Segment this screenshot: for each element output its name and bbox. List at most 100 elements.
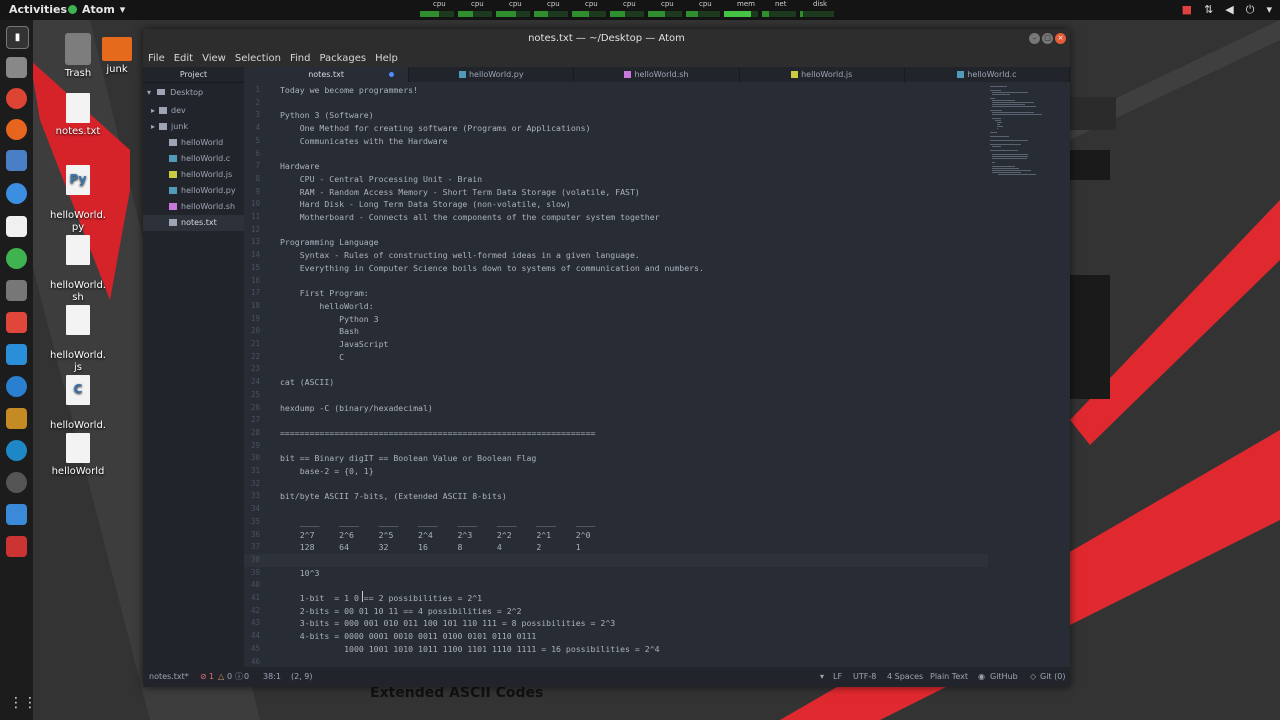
- background-window[interactable]: [1070, 150, 1110, 180]
- code-line[interactable]: ========================================…: [280, 427, 595, 440]
- tree-item-dev[interactable]: ▸ dev: [143, 103, 186, 119]
- menu-packages[interactable]: Packages: [319, 53, 366, 64]
- camera-app-icon[interactable]: [6, 472, 27, 493]
- app-menu[interactable]: Atom ▾: [68, 3, 125, 16]
- camera-icon[interactable]: ■: [1182, 3, 1192, 17]
- tree-item-helloworld-c[interactable]: helloWorld.c: [143, 151, 230, 167]
- status-infos[interactable]: 0: [244, 667, 249, 687]
- window-title-bar[interactable]: notes.txt — ~/Desktop — Atom – □ ×: [143, 29, 1070, 49]
- bracket-icon[interactable]: [6, 408, 27, 429]
- code-line[interactable]: Hard Disk - Long Term Data Storage (non-…: [280, 198, 571, 211]
- minimize-button[interactable]: –: [1029, 33, 1040, 44]
- tree-item-helloworld-js[interactable]: helloWorld.js: [143, 167, 232, 183]
- menu-edit[interactable]: Edit: [174, 53, 193, 64]
- menu-file[interactable]: File: [148, 53, 165, 64]
- code-line[interactable]: base-2 = {0, 1}: [280, 465, 374, 478]
- code-line[interactable]: Python 3: [280, 313, 378, 326]
- network-icon[interactable]: ⇅: [1204, 3, 1213, 17]
- power-icon[interactable]: ⏻: [1246, 3, 1255, 17]
- atom-icon[interactable]: [6, 248, 27, 269]
- system-tray[interactable]: ■ ⇅ ◀ ⏻ ▾: [1182, 3, 1272, 17]
- code-line[interactable]: bit == Binary digIT == Boolean Value or …: [280, 452, 536, 465]
- code-line[interactable]: RAM - Random Access Memory - Short Term …: [280, 186, 640, 199]
- code-line[interactable]: CPU - Central Processing Unit - Brain: [280, 173, 482, 186]
- tab-helloworld-py[interactable]: helloWorld.py: [409, 67, 575, 82]
- status-indent[interactable]: 4 Spaces: [887, 667, 923, 687]
- code-line[interactable]: Motherboard - Connects all the component…: [280, 211, 660, 224]
- code-line[interactable]: 10^3: [280, 567, 320, 580]
- warning-icon[interactable]: △: [218, 667, 224, 687]
- status-bar-icon[interactable]: ▾: [820, 667, 824, 687]
- mail-icon[interactable]: [6, 344, 27, 365]
- firefox-icon[interactable]: [6, 119, 27, 140]
- code-line[interactable]: Communicates with the Hardware: [280, 135, 448, 148]
- code-line[interactable]: 2^7 2^6 2^5 2^4 2^3 2^2 2^1 2^0: [280, 529, 591, 542]
- terminal-icon[interactable]: ▮: [6, 26, 29, 49]
- code-line[interactable]: Hardware: [280, 160, 319, 173]
- info-icon[interactable]: ⓘ: [235, 667, 243, 687]
- text-editor[interactable]: 1 2 3 4 5 6 7 8 9 10 11 12 13 14 15 16 17 18 19 20 21 22 23 24 2…: [244, 82, 988, 667]
- code-line[interactable]: Everything in Computer Science boils dow…: [280, 262, 704, 275]
- gmail-icon[interactable]: [6, 312, 27, 333]
- modified-indicator-icon[interactable]: [389, 72, 395, 77]
- code-line[interactable]: hexdump -C (binary/hexadecimal): [280, 402, 433, 415]
- status-encoding[interactable]: UTF-8: [853, 667, 876, 687]
- atom-window[interactable]: notes.txt — ~/Desktop — Atom – □ × File E…: [143, 29, 1070, 687]
- tree-item-helloworld[interactable]: helloWorld: [143, 135, 223, 151]
- code-line[interactable]: 3-bits = 000 001 010 011 100 101 110 111…: [280, 617, 616, 630]
- maximize-button[interactable]: □: [1042, 33, 1053, 44]
- desktop-icon-hello[interactable]: helloWorld: [43, 433, 113, 478]
- menu-selection[interactable]: Selection: [235, 53, 281, 64]
- tab-helloworld-c[interactable]: helloWorld.c: [905, 67, 1070, 82]
- error-icon[interactable]: ⊘: [200, 667, 207, 687]
- background-terminal[interactable]: [1070, 275, 1110, 399]
- status-warnings[interactable]: 0: [227, 667, 232, 687]
- code-line[interactable]: Today we become programmers!: [280, 84, 418, 97]
- tree-item-notes-txt[interactable]: notes.txt: [143, 215, 244, 231]
- activities-button[interactable]: Activities: [9, 3, 67, 16]
- status-git[interactable]: Git (0): [1040, 667, 1065, 687]
- document-viewer-icon[interactable]: [6, 150, 27, 171]
- tab-helloworld-js[interactable]: helloWorld.js: [740, 67, 905, 82]
- code-line[interactable]: Syntax - Rules of constructing well-form…: [280, 249, 640, 262]
- code-line[interactable]: 128 64 32 16 8 4 2 1: [280, 541, 581, 554]
- code-line[interactable]: C: [280, 351, 344, 364]
- menu-help[interactable]: Help: [375, 53, 398, 64]
- screen-recorder-icon[interactable]: [6, 536, 27, 557]
- show-apps-icon[interactable]: ⋮⋮: [9, 696, 37, 710]
- text-editor-icon[interactable]: [6, 216, 27, 237]
- monitor-icon[interactable]: [6, 504, 27, 525]
- code-line[interactable]: One Method for creating software (Progra…: [280, 122, 591, 135]
- status-line-ending[interactable]: LF: [833, 667, 842, 687]
- tab-notes-txt[interactable]: notes.txt: [244, 67, 410, 82]
- tree-view-header[interactable]: Project: [143, 67, 244, 83]
- tree-item-helloworld-sh[interactable]: helloWorld.sh: [143, 199, 235, 215]
- code-line[interactable]: 1-bit = 1 0 == 2 possibilities = 2^1: [280, 592, 482, 605]
- status-selection-count[interactable]: (2, 9): [291, 667, 313, 687]
- status-github[interactable]: GitHub: [990, 667, 1018, 687]
- code-line[interactable]: 1000 1001 1010 1011 1100 1101 1110 1111 …: [280, 643, 659, 656]
- volume-icon[interactable]: ◀: [1225, 3, 1233, 17]
- code-line[interactable]: Python 3 (Software): [280, 109, 374, 122]
- menu-find[interactable]: Find: [290, 53, 311, 64]
- tree-item-junk[interactable]: ▸ junk: [143, 119, 188, 135]
- close-button[interactable]: ×: [1055, 33, 1066, 44]
- tab-helloworld-sh[interactable]: helloWorld.sh: [574, 67, 740, 82]
- background-window[interactable]: [1070, 97, 1116, 130]
- tree-root-desktop[interactable]: ▾ Desktop: [147, 85, 203, 101]
- code-line[interactable]: ____ ____ ____ ____ ____ ____ ____ ____: [280, 516, 596, 529]
- code-line[interactable]: Bash: [280, 325, 359, 338]
- desktop-icon-notes[interactable]: notes.txt: [43, 93, 113, 138]
- code-line[interactable]: Programming Language: [280, 236, 379, 249]
- vscode-icon[interactable]: [6, 183, 27, 204]
- chrome-icon[interactable]: [6, 88, 27, 109]
- files-icon[interactable]: [6, 57, 27, 78]
- code-line[interactable]: bit/byte ASCII 7-bits, (Extended ASCII 8…: [280, 490, 507, 503]
- settings-icon[interactable]: [6, 280, 27, 301]
- clock-icon[interactable]: [6, 376, 27, 397]
- status-file-name[interactable]: notes.txt*: [149, 667, 189, 687]
- tree-item-helloworld-py[interactable]: helloWorld.py: [143, 183, 236, 199]
- status-errors[interactable]: 1: [209, 667, 214, 687]
- menu-view[interactable]: View: [202, 53, 226, 64]
- status-grammar[interactable]: Plain Text: [930, 667, 968, 687]
